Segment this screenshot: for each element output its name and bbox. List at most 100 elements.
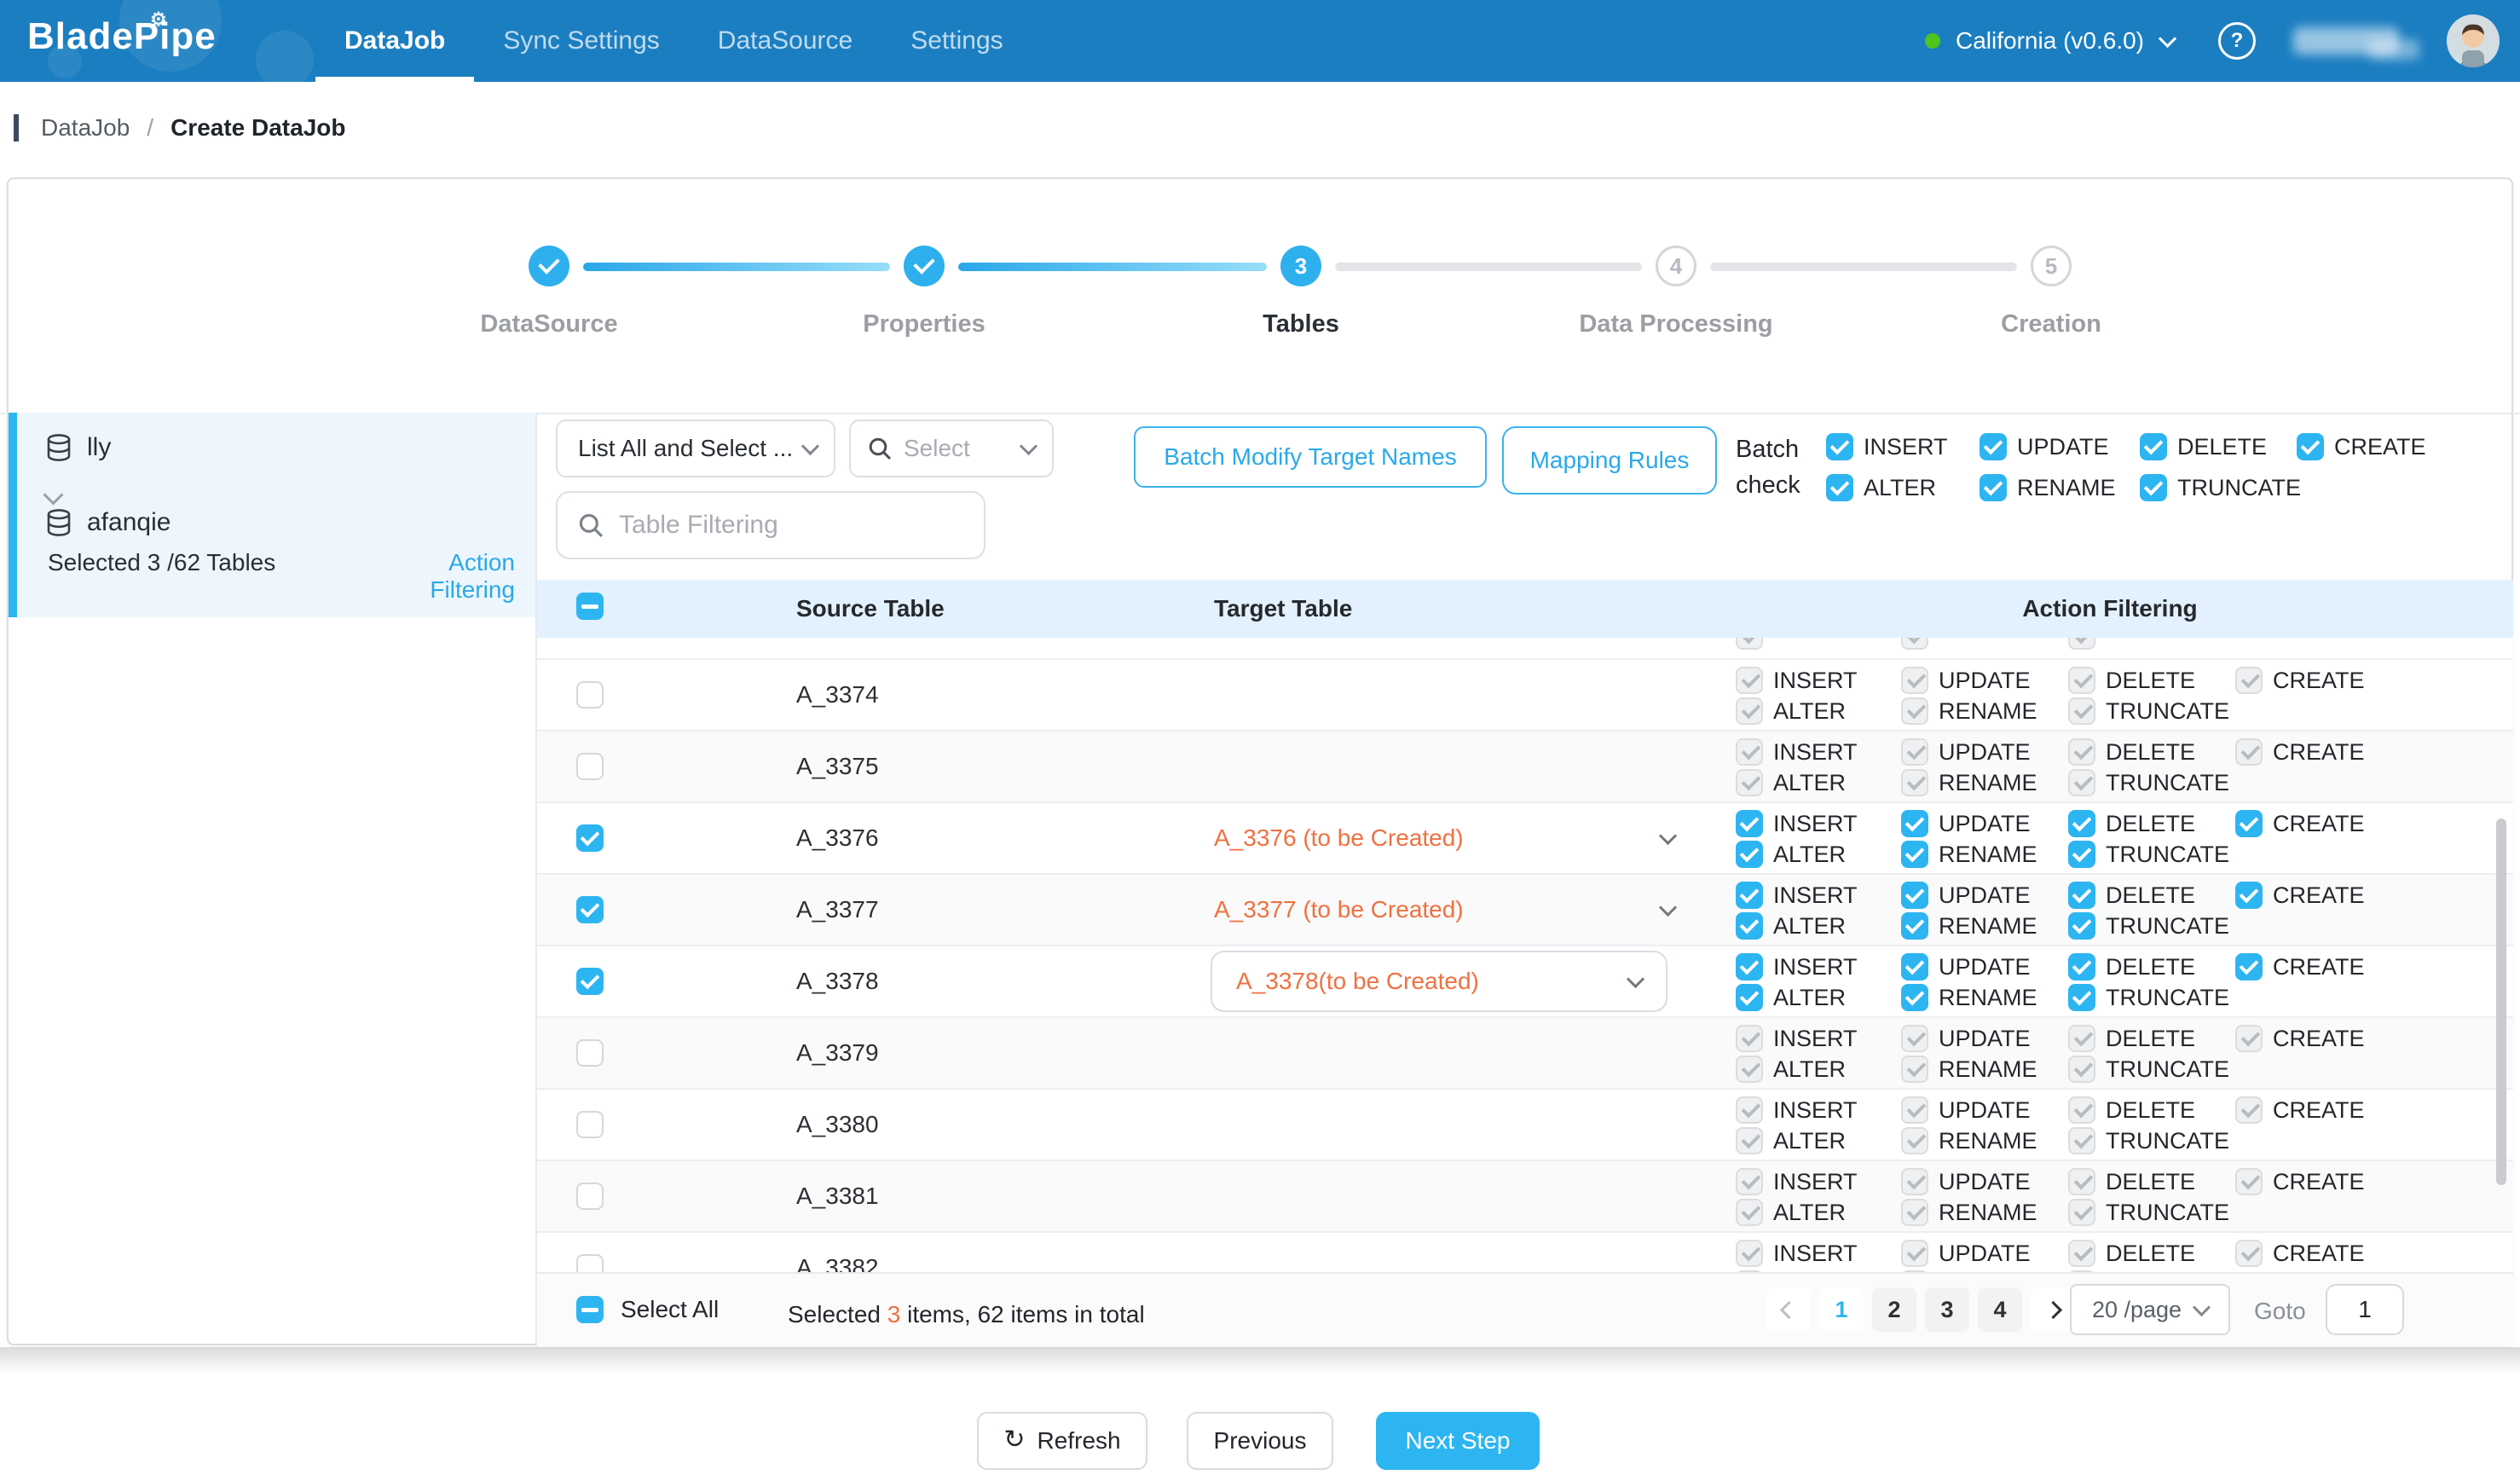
- pagination-page-4[interactable]: 4: [1978, 1287, 2022, 1332]
- target-table-cell: A_3376 (to be Created): [1175, 803, 1707, 873]
- action-checkbox-rename: [1901, 1056, 1928, 1083]
- pagination-page-1[interactable]: 1: [1819, 1287, 1864, 1332]
- batch-checkbox-update[interactable]: [1980, 433, 2007, 460]
- page-size-select[interactable]: 20 /page: [2070, 1284, 2230, 1335]
- row-select-checkbox[interactable]: [576, 896, 604, 923]
- target-database-item: afanqie: [44, 508, 171, 537]
- select-all-footer-checkbox[interactable]: [576, 1296, 604, 1323]
- action-checkbox-truncate[interactable]: [2068, 984, 2095, 1011]
- batch-checkbox-insert[interactable]: [1826, 433, 1853, 460]
- action-checkbox-rename[interactable]: [1901, 984, 1928, 1011]
- action-checkbox-alter[interactable]: [1736, 984, 1763, 1011]
- row-action-delete: DELETE: [2068, 1240, 2195, 1267]
- batch-checkbox-delete[interactable]: [2140, 433, 2167, 460]
- target-table-select[interactable]: A_3377 (to be Created): [1214, 896, 1674, 923]
- table-scrollbar[interactable]: [2496, 818, 2506, 1185]
- search-icon: [868, 437, 892, 460]
- source-table-name: A_3375: [796, 753, 879, 780]
- pagination-page-2[interactable]: 2: [1872, 1287, 1916, 1332]
- action-checkbox-delete[interactable]: [2068, 810, 2095, 837]
- table-filter-input[interactable]: Table Filtering: [556, 491, 985, 559]
- row-select-checkbox[interactable]: [576, 1254, 604, 1272]
- target-table-cell: A_3377 (to be Created): [1175, 875, 1707, 945]
- breadcrumb-accent-bar: [14, 114, 19, 142]
- action-checkbox-label: ALTER: [1773, 770, 1846, 796]
- nav-item-sync-settings[interactable]: Sync Settings: [474, 0, 688, 82]
- row-action-insert: INSERT: [1736, 1168, 1858, 1195]
- breadcrumb-datajob[interactable]: DataJob: [41, 114, 130, 142]
- previous-button[interactable]: Previous: [1187, 1412, 1333, 1470]
- mapping-rules-button[interactable]: Mapping Rules: [1502, 426, 1717, 495]
- action-checkbox-create[interactable]: [2235, 882, 2263, 909]
- source-table-cell: A_3374: [648, 660, 1175, 730]
- list-mode-select[interactable]: List All and Select ...: [556, 419, 835, 477]
- row-select-checkbox[interactable]: [576, 753, 604, 780]
- action-checkbox-update[interactable]: [1901, 953, 1928, 980]
- step-label-datasource: DataSource: [480, 310, 617, 338]
- nav-item-datasource[interactable]: DataSource: [689, 0, 881, 82]
- pagination-page-3[interactable]: 3: [1925, 1287, 1969, 1332]
- action-checkbox-delete[interactable]: [2068, 882, 2095, 909]
- batch-checkbox-create[interactable]: [2297, 433, 2324, 460]
- pagination-next-button[interactable]: [2031, 1287, 2075, 1332]
- target-table-select[interactable]: A_3378(to be Created): [1211, 951, 1667, 1012]
- action-filtering-cell: INSERTUPDATEDELETECREATEALTERRENAMETRUNC…: [1707, 1090, 2513, 1160]
- action-checkbox-create[interactable]: [2235, 810, 2263, 837]
- chevron-down-icon: [2193, 1298, 2211, 1316]
- row-action-rename: RENAME: [1901, 984, 2037, 1011]
- step-circle-4: 4: [1656, 246, 1696, 286]
- row-select-checkbox[interactable]: [576, 968, 604, 995]
- row-select-checkbox[interactable]: [576, 681, 604, 709]
- action-filtering-link[interactable]: Action Filtering: [372, 549, 515, 604]
- action-filtering-cell: INSERTUPDATEDELETECREATEALTERRENAMETRUNC…: [1707, 732, 2513, 801]
- chevron-down-icon[interactable]: [2159, 29, 2176, 47]
- environment-selector[interactable]: California (v0.6.0): [1956, 27, 2144, 55]
- action-checkbox-insert[interactable]: [1736, 810, 1763, 837]
- action-checkbox-rename[interactable]: [1901, 912, 1928, 940]
- action-checkbox-truncate: [2068, 1199, 2095, 1226]
- action-checkbox-update[interactable]: [1901, 810, 1928, 837]
- table-select-dropdown[interactable]: Select: [849, 419, 1054, 477]
- row-action-insert: INSERT: [1736, 1240, 1858, 1267]
- action-checkbox-rename[interactable]: [1901, 841, 1928, 868]
- action-checkbox-update: [1901, 1240, 1928, 1267]
- row-select-checkbox[interactable]: [576, 1183, 604, 1210]
- action-checkbox-truncate[interactable]: [2068, 912, 2095, 940]
- list-mode-value: List All and Select ...: [578, 435, 793, 462]
- row-select-checkbox[interactable]: [576, 824, 604, 852]
- action-checkbox-label: INSERT: [1773, 1097, 1858, 1124]
- action-checkbox-insert: [1736, 1025, 1763, 1052]
- action-checkbox-alter[interactable]: [1736, 841, 1763, 868]
- batch-checkbox-truncate[interactable]: [2140, 474, 2167, 501]
- action-checkbox-update[interactable]: [1901, 882, 1928, 909]
- action-checkbox-label: RENAME: [1939, 1056, 2037, 1083]
- action-checkbox-label: CREATE: [2273, 882, 2365, 909]
- help-icon[interactable]: ?: [2218, 22, 2256, 60]
- batch-checkbox-rename[interactable]: [1980, 474, 2007, 501]
- step-connector: [958, 263, 1267, 271]
- next-step-button[interactable]: Next Step: [1376, 1412, 1540, 1470]
- action-checkbox-truncate[interactable]: [2068, 841, 2095, 868]
- refresh-button[interactable]: ↻ Refresh: [977, 1412, 1147, 1470]
- nav-item-datajob[interactable]: DataJob: [315, 0, 474, 82]
- avatar[interactable]: [2447, 14, 2500, 67]
- row-select-checkbox[interactable]: [576, 1039, 604, 1067]
- row-action-insert: INSERT: [1736, 1025, 1858, 1052]
- wizard-stepper: DataSourceProperties3Tables4Data Process…: [0, 177, 2520, 414]
- nav-item-settings[interactable]: Settings: [881, 0, 1032, 82]
- action-checkbox-truncate: [2068, 1056, 2095, 1083]
- action-checkbox-delete[interactable]: [2068, 953, 2095, 980]
- batch-modify-target-names-button[interactable]: Batch Modify Target Names: [1134, 426, 1487, 488]
- goto-page-input[interactable]: 1: [2326, 1284, 2404, 1335]
- target-table-select[interactable]: A_3376 (to be Created): [1214, 824, 1674, 852]
- row-select-checkbox[interactable]: [576, 1111, 604, 1138]
- action-checkbox-label: INSERT: [1773, 882, 1858, 909]
- action-checkbox-insert[interactable]: [1736, 953, 1763, 980]
- row-select-cell: [537, 1018, 648, 1088]
- action-checkbox-alter[interactable]: [1736, 912, 1763, 940]
- select-all-header-checkbox[interactable]: [576, 593, 604, 620]
- action-checkbox-insert[interactable]: [1736, 882, 1763, 909]
- row-select-cell: [537, 946, 648, 1016]
- batch-checkbox-alter[interactable]: [1826, 474, 1853, 501]
- action-checkbox-create[interactable]: [2235, 953, 2263, 980]
